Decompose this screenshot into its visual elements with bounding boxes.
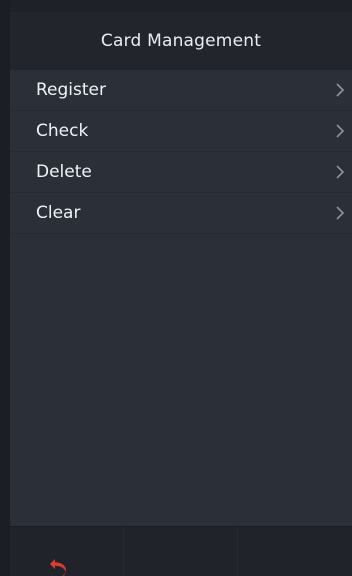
menu-list: Register Check Delete Clear [10,70,352,244]
chevron-right-icon [336,124,345,138]
page-title: Card Management [100,31,262,51]
back-button[interactable] [10,527,124,576]
menu-item-clear[interactable]: Clear [10,193,352,234]
header-bar: Card Management [10,12,352,70]
device-frame: Card Management Register Check Delete Cl… [0,0,352,576]
chevron-right-icon [336,83,345,97]
menu-item-label: Delete [36,162,92,182]
menu-item-register[interactable]: Register [10,70,352,111]
left-bezel [0,0,10,576]
empty-content-area [10,244,352,526]
bottom-slot-right [238,527,352,576]
menu-item-check[interactable]: Check [10,111,352,152]
bottom-nav-bar [10,526,352,576]
return-arrow-icon [50,559,67,576]
menu-item-label: Register [36,80,106,100]
menu-item-delete[interactable]: Delete [10,152,352,193]
bottom-slot-middle [124,527,238,576]
chevron-right-icon [336,206,345,220]
menu-item-label: Check [36,121,89,141]
chevron-right-icon [336,165,345,179]
screen: Card Management Register Check Delete Cl… [10,12,352,576]
menu-item-label: Clear [36,203,81,223]
